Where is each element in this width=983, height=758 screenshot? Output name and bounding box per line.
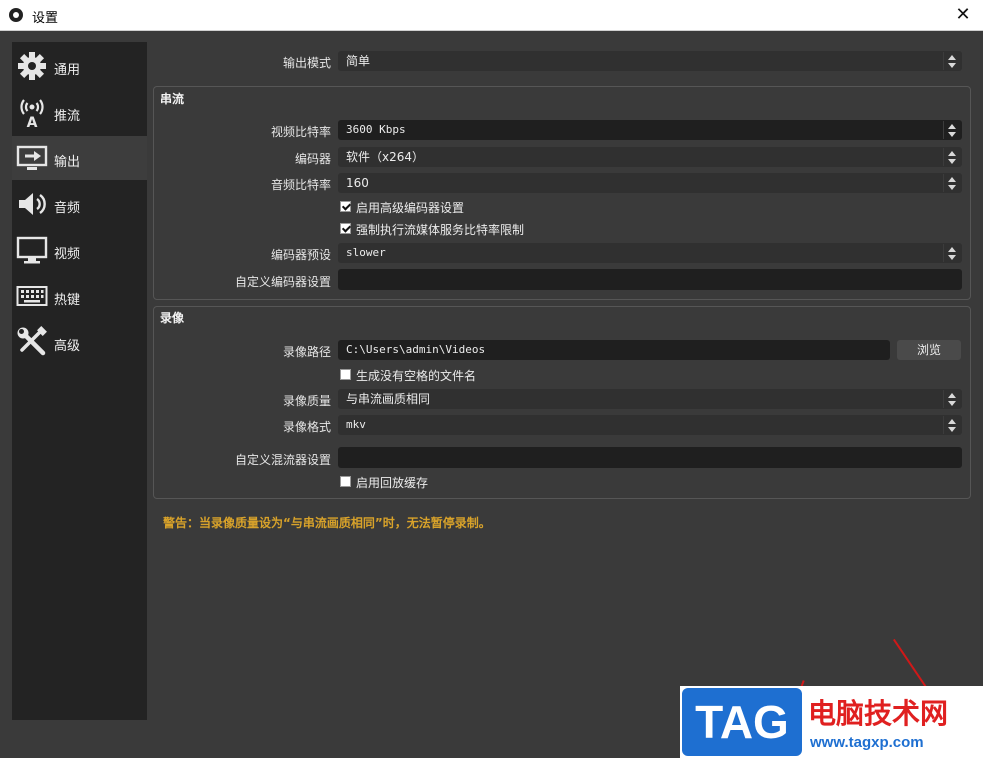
gear-icon <box>18 52 46 80</box>
antenna-icon: A <box>20 99 44 128</box>
audio-bitrate-select[interactable]: 160 <box>338 173 962 193</box>
recording-format-label: 录像格式 <box>282 420 331 434</box>
checkbox-checked-icon[interactable] <box>340 201 351 212</box>
recording-path-label: 录像路径 <box>282 345 331 359</box>
sidebar-item-label: 通用 <box>54 63 81 78</box>
encoder-preset-select[interactable]: slower <box>338 243 962 263</box>
keyboard-icon <box>16 286 48 306</box>
video-bitrate-label: 视频比特率 <box>270 125 331 139</box>
sidebar-item-label: 高级 <box>54 339 81 354</box>
stream-group-title: 串流 <box>160 92 185 106</box>
speaker-icon <box>19 193 46 215</box>
audio-bitrate-value: 160 <box>346 176 369 190</box>
recording-format-select[interactable]: mkv <box>338 415 962 435</box>
sidebar-item-label: 输出 <box>54 155 81 170</box>
select-arrows-icon <box>943 174 960 192</box>
site-watermark: TAG 电脑技术网 www.tagxp.com <box>680 686 983 758</box>
output-mode-select[interactable]: 简单 <box>338 51 962 71</box>
close-icon[interactable]: ✕ <box>951 3 975 27</box>
stream-group <box>153 86 971 300</box>
checkbox-label: 启用高级编码器设置 <box>356 201 465 215</box>
recording-warning-text: 警告：当录像质量设为“与串流画质相同”时，无法暂停录制。 <box>163 516 491 530</box>
sidebar-item-label: 热键 <box>54 293 81 308</box>
checkbox-label: 强制执行流媒体服务比特率限制 <box>356 223 525 237</box>
obs-logo-icon <box>9 8 23 22</box>
select-arrows-icon <box>943 52 960 70</box>
watermark-url: www.tagxp.com <box>810 734 924 751</box>
encoder-select[interactable]: 软件（x264） <box>338 147 962 167</box>
browse-button[interactable]: 浏览 <box>897 340 961 360</box>
select-arrows-icon <box>943 390 960 408</box>
watermark-tag-logo: TAG <box>682 688 802 756</box>
sidebar-item-label: 视频 <box>54 247 81 262</box>
spin-arrows-icon[interactable] <box>943 121 960 139</box>
custom-encoder-label: 自定义编码器设置 <box>234 275 331 289</box>
window-title: 设置 <box>32 11 59 26</box>
monitor-icon <box>16 236 48 264</box>
checkbox-checked-icon[interactable] <box>340 223 351 234</box>
select-arrows-icon <box>943 148 960 166</box>
sidebar-item-advanced[interactable]: 高级 <box>12 320 147 364</box>
recording-group-title: 录像 <box>160 311 185 325</box>
custom-muxer-input[interactable] <box>338 447 962 468</box>
checkbox-label: 生成没有空格的文件名 <box>356 369 477 383</box>
select-arrows-icon <box>943 244 960 262</box>
sidebar-item-stream[interactable]: A 推流 <box>12 90 147 134</box>
sidebar-item-output[interactable]: 输出 <box>12 136 147 180</box>
title-bar: 设置 ✕ <box>0 0 983 31</box>
checkbox-label: 启用回放缓存 <box>356 476 429 490</box>
svg-text:A: A <box>27 115 38 128</box>
watermark-site-name: 电脑技术网 <box>808 697 949 730</box>
output-mode-label: 输出模式 <box>282 56 331 70</box>
video-bitrate-value: 3600 Kbps <box>346 123 406 136</box>
recording-path-input[interactable]: C:\Users\admin\Videos <box>338 340 890 360</box>
recording-quality-value: 与串流画质相同 <box>346 392 431 406</box>
recording-quality-select[interactable]: 与串流画质相同 <box>338 389 962 409</box>
sidebar-item-general[interactable]: 通用 <box>12 44 147 88</box>
audio-bitrate-label: 音频比特率 <box>270 178 331 192</box>
checkbox-unchecked-icon[interactable] <box>340 369 351 380</box>
output-settings-panel: 输出模式 简单 串流 视频比特率 3600 Kbps 编码器 软件（x264） … <box>153 42 971 758</box>
recording-quality-label: 录像质量 <box>282 394 331 408</box>
select-arrows-icon <box>943 416 960 434</box>
sidebar-item-audio[interactable]: 音频 <box>12 182 147 226</box>
custom-encoder-input[interactable] <box>338 269 962 290</box>
sidebar-item-hotkeys[interactable]: 热键 <box>12 274 147 318</box>
encoder-preset-value: slower <box>346 246 386 259</box>
video-bitrate-spinbox[interactable]: 3600 Kbps <box>338 120 962 140</box>
recording-path-value: C:\Users\admin\Videos <box>346 343 486 356</box>
recording-format-value: mkv <box>346 418 366 431</box>
tools-icon <box>17 326 47 356</box>
sidebar-item-label: 推流 <box>54 109 81 124</box>
encoder-value: 软件（x264） <box>346 150 425 164</box>
output-icon <box>16 145 48 170</box>
sidebar-item-video[interactable]: 视频 <box>12 228 147 272</box>
settings-sidebar: 通用 A 推流 输出 音频 视频 热键 高级 <box>12 42 147 720</box>
custom-muxer-label: 自定义混流器设置 <box>234 453 331 467</box>
sidebar-item-label: 音频 <box>54 201 81 216</box>
encoder-label: 编码器 <box>294 152 331 166</box>
checkbox-unchecked-icon[interactable] <box>340 476 351 487</box>
encoder-preset-label: 编码器预设 <box>270 248 331 262</box>
output-mode-value: 简单 <box>346 54 371 68</box>
